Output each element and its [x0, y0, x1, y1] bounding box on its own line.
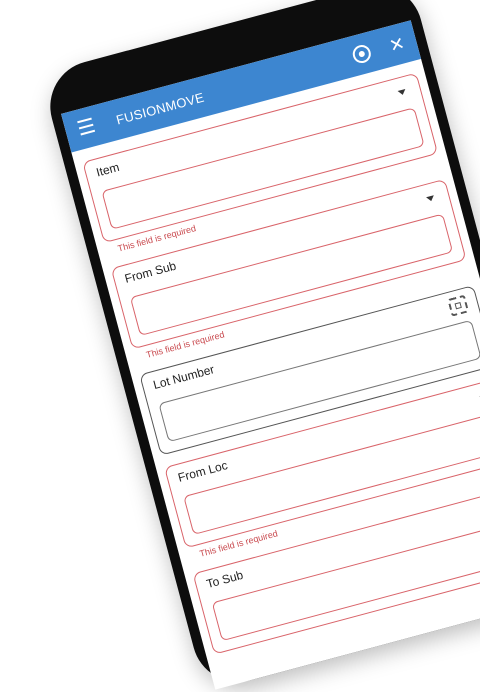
scan-icon[interactable]: [447, 294, 470, 317]
app-screen: ☰ FUSIONMOVE ✕ Item This field is requir…: [61, 20, 480, 690]
move-form: Item This field is required From Sub Thi…: [75, 70, 480, 656]
close-icon[interactable]: ✕: [387, 33, 407, 56]
phone-frame: ☰ FUSIONMOVE ✕ Item This field is requir…: [40, 0, 480, 692]
menu-icon[interactable]: ☰: [75, 115, 98, 141]
